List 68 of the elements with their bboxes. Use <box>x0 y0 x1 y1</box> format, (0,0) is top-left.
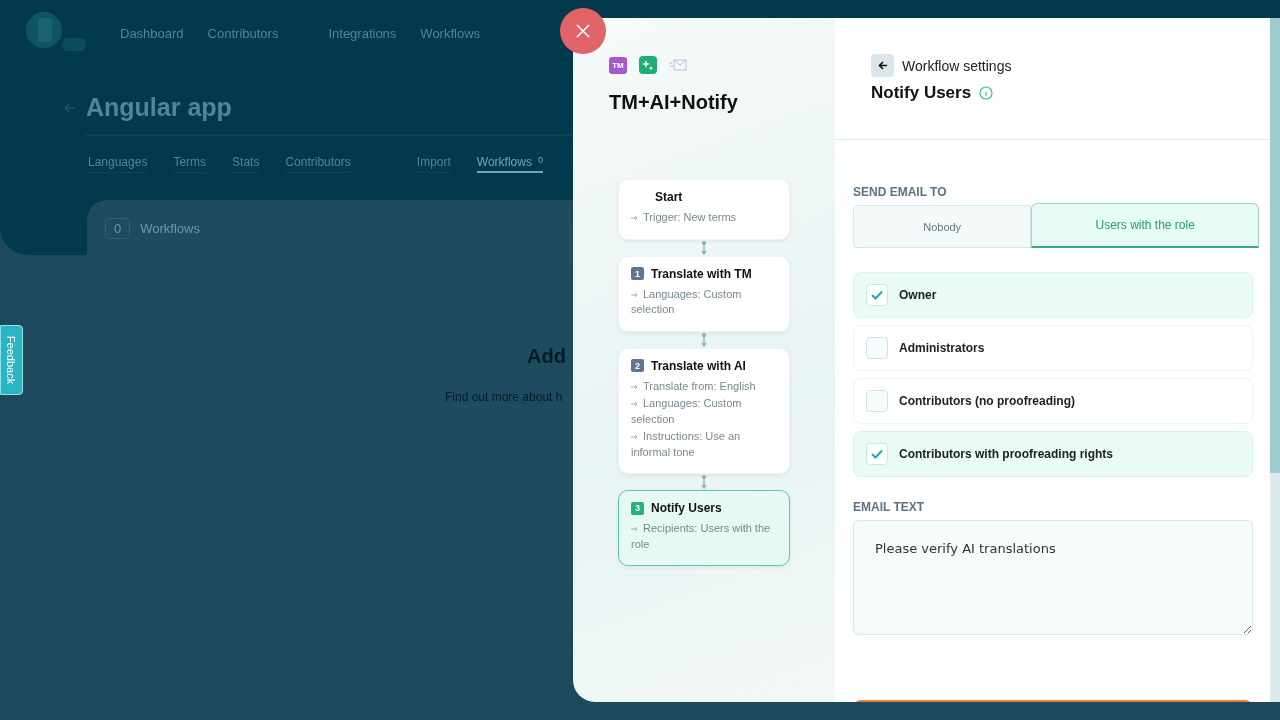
role-label: Contributors with proofreading rights <box>899 447 1113 461</box>
sparkle-icon <box>639 56 657 74</box>
tm-badge: TM <box>609 56 627 74</box>
arrow-icon <box>631 526 638 532</box>
step-detail: Instructions: Use an informal tone <box>631 429 742 460</box>
nav-link[interactable]: Dashboard <box>120 25 184 41</box>
step-number: 3 <box>631 501 644 515</box>
step-card[interactable]: 1 Translate with TM Languages: Custom selection <box>618 255 790 332</box>
role-checkbox[interactable] <box>866 337 888 359</box>
role-label: Owner <box>899 288 937 302</box>
workflow-title: TM+AI+Notify <box>609 91 739 114</box>
step-card[interactable]: 2 Translate with AI Translate from: English Languages: Custom selection Instructions: Use an informal tone <box>618 347 790 474</box>
role-label: Administrators <box>899 341 985 355</box>
arrow-icon <box>631 401 638 407</box>
section-label: SEND EMAIL TO <box>853 185 948 199</box>
step-title: Translate with TM <box>651 266 752 281</box>
role-checkbox[interactable] <box>866 390 888 412</box>
check-icon <box>871 290 883 300</box>
close-icon <box>576 24 590 38</box>
connector-icon <box>701 240 707 255</box>
step-card[interactable]: 3 Notify Users Recipients: Users with the role <box>618 490 790 566</box>
scrollbar-thumb[interactable] <box>1270 18 1280 473</box>
email-text-field[interactable]: Please verify AI translations <box>853 520 1253 635</box>
step-detail: Translate from: English <box>631 378 777 394</box>
check-icon <box>871 449 883 459</box>
arrow-icon <box>631 434 638 440</box>
nav-link[interactable]: Workflows <box>420 25 481 41</box>
step-card[interactable]: Start Trigger: New terms <box>618 179 790 240</box>
card-title: Workflows <box>140 221 200 236</box>
step-number: 1 <box>631 267 644 280</box>
step-number: 2 <box>631 359 644 372</box>
back-arrow-icon[interactable] <box>64 102 76 113</box>
step-detail: Languages: Custom selection <box>631 286 743 317</box>
step-title: Notify Users <box>651 501 722 515</box>
section-label: EMAIL TEXT <box>853 500 926 514</box>
step-detail: Trigger: New terms <box>631 210 777 226</box>
step-title: Translate with AI <box>651 358 746 373</box>
connector-icon <box>701 475 707 489</box>
connector-icon <box>701 332 707 347</box>
step-title: Start <box>655 190 683 204</box>
segment-option[interactable]: Users with the role <box>1031 203 1259 248</box>
page-title: Angular app <box>86 93 232 122</box>
nav-link[interactable]: Integrations <box>328 25 397 41</box>
page-tab[interactable]: Terms <box>173 155 207 173</box>
role-checkbox[interactable] <box>866 284 888 306</box>
feedback-tab[interactable]: Feedback <box>0 325 23 395</box>
tab-count: 0 <box>537 155 543 167</box>
settings-title: Notify Users <box>871 83 972 103</box>
info-icon[interactable] <box>979 86 994 100</box>
arrow-icon <box>631 383 638 390</box>
step-detail: Recipients: Users with the role <box>631 521 772 552</box>
back-button[interactable] <box>871 54 894 77</box>
envelope-icon <box>669 59 687 71</box>
segment-option[interactable]: Nobody <box>853 205 1032 248</box>
role-checkbox[interactable] <box>866 443 888 465</box>
workflow-count: 0 <box>105 218 131 239</box>
page-tab[interactable]: Workflows 0 <box>476 155 543 173</box>
nav-link[interactable]: Contributors <box>207 25 279 41</box>
back-arrow-icon <box>877 61 888 70</box>
page-tab[interactable]: Languages <box>88 155 148 173</box>
page-tab[interactable]: Contributors <box>285 155 351 173</box>
arrow-icon <box>631 215 638 221</box>
page-tab[interactable]: Stats <box>232 155 260 173</box>
breadcrumb-label: Workflow settings <box>902 57 1012 74</box>
role-label: Contributors (no proofreading) <box>899 394 1075 408</box>
step-detail: Languages: Custom selection <box>631 396 743 427</box>
arrow-icon <box>631 291 638 298</box>
page-tab[interactable]: Import <box>416 155 451 173</box>
